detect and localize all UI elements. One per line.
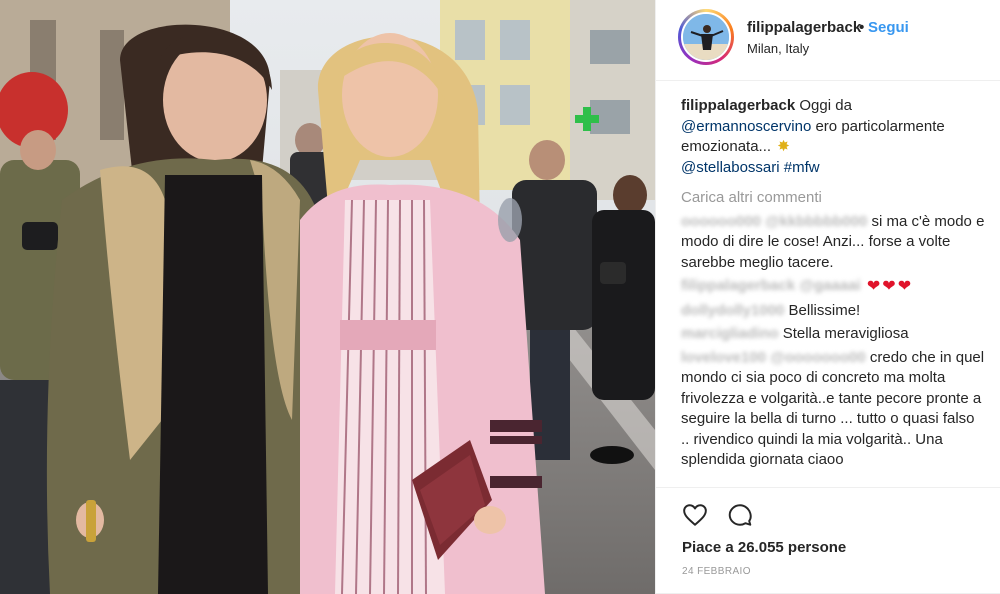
separator-dot: • (859, 19, 865, 36)
comment-item: dollydolly1000 Bellissime! (681, 301, 986, 322)
post-timestamp[interactable]: 24 FEBBRAIO (682, 566, 751, 577)
comment-text: Stella meravigliosa (782, 325, 909, 342)
comment-item: lovelove100 @ooooooo00 credo che in quel… (681, 348, 986, 471)
comments-section: filippalagerback Oggi da @ermannoscervin… (681, 96, 986, 471)
heart-emoji-icon: ❤ (897, 278, 912, 295)
post-author-username[interactable]: filippalagerback (747, 19, 861, 36)
post-actions: Piace a 26.055 persone 24 FEBBRAIO (656, 487, 1000, 594)
caption-text: Oggi da (799, 97, 852, 114)
load-more-comments-button[interactable]: Carica altri commenti (681, 188, 986, 209)
comment-author-username[interactable]: dollydolly1000 (681, 302, 784, 319)
heart-outline-icon[interactable] (682, 502, 708, 528)
post-photo[interactable] (0, 0, 655, 594)
post-location[interactable]: Milan, Italy (747, 41, 809, 56)
avatar-story-ring[interactable] (678, 9, 734, 65)
comment-author-username[interactable]: filippalagerback @gaaaai (681, 277, 861, 294)
caption-hashtag-link[interactable]: #mfw (784, 159, 820, 176)
likes-count[interactable]: Piace a 26.055 persone (682, 539, 846, 556)
comment-bubble-icon[interactable] (727, 502, 753, 528)
post-caption: filippalagerback Oggi da @ermannoscervin… (681, 96, 986, 178)
comment-item: oooooo000 @kkbbbbb000 si ma c'è modo e m… (681, 212, 986, 274)
avatar-image (683, 14, 729, 60)
comment-text: credo che in quel mondo ci sia poco di c… (681, 348, 985, 469)
comment-author-username[interactable]: marcigliadino (681, 325, 779, 342)
caption-author-username[interactable]: filippalagerback (681, 97, 795, 114)
avatar[interactable] (681, 12, 731, 62)
comment-author-username[interactable]: oooooo000 @kkbbbbb000 (681, 213, 867, 230)
sparkle-emoji-icon: ✸ (777, 138, 790, 155)
comment-text: Bellissime! (788, 301, 861, 319)
comment-author-username[interactable]: lovelove100 @ooooooo00 (681, 349, 866, 366)
post-header: filippalagerback • Segui Milan, Italy (656, 0, 1000, 81)
post-photo-illustration (0, 0, 655, 594)
heart-emoji-icon: ❤ (866, 278, 881, 295)
comment-item: marcigliadino Stella meravigliosa (681, 324, 986, 345)
caption-mention-link[interactable]: @ermannoscervino (681, 118, 811, 135)
comment-item: filippalagerback @gaaaai ❤ ❤ ❤ (681, 276, 986, 298)
caption-mention-link[interactable]: @stellabossari (681, 159, 780, 176)
post-side-panel: filippalagerback • Segui Milan, Italy fi… (655, 0, 1000, 594)
follow-button[interactable]: Segui (868, 19, 909, 36)
heart-emoji-icon: ❤ (882, 278, 896, 295)
